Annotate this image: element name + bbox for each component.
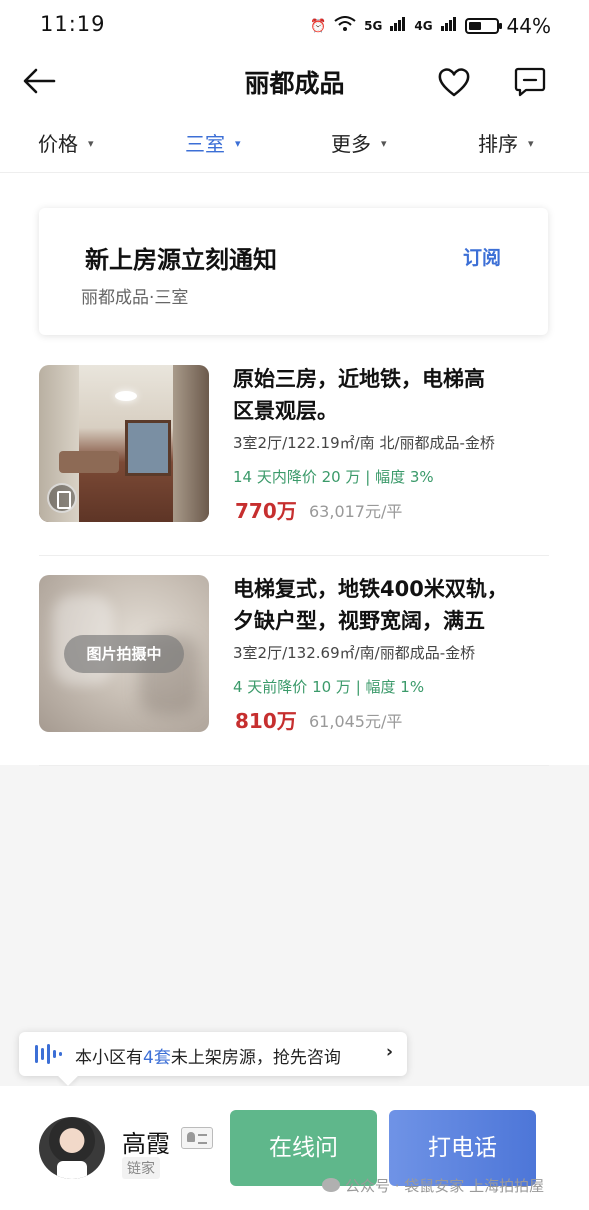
listing-unit-price: 63,017元/平 — [309, 502, 403, 521]
filter-label: 三室 — [185, 132, 225, 156]
wechat-icon — [322, 1178, 340, 1192]
battery-percent: 44% — [506, 14, 551, 38]
signal-icon — [390, 17, 406, 35]
chevron-down-icon: ▾ — [235, 137, 241, 150]
notify-subtitle: 丽都成品·三室 — [81, 288, 189, 308]
voice-wave-icon — [35, 1044, 62, 1064]
chevron-down-icon: ▾ — [528, 137, 534, 150]
filter-label: 排序 — [478, 132, 518, 156]
filter-more[interactable]: 更多 ▾ — [331, 128, 387, 157]
listing-price: 810万 — [235, 709, 297, 733]
alarm-icon: ⏰ — [309, 18, 327, 34]
filter-sort[interactable]: 排序 ▾ — [478, 128, 534, 157]
consult-suffix: 未上架房源，抢先咨询 — [170, 1048, 341, 1068]
heart-icon — [438, 68, 470, 97]
listing-photo: 图片拍摄中 — [39, 575, 209, 732]
filter-label: 价格 — [38, 132, 78, 156]
network-label-1: 5G — [364, 19, 383, 33]
listing-title: 电梯复式，地铁400米双轨， 夕缺户型，视野宽阔，满五 — [233, 577, 508, 633]
filter-rooms[interactable]: 三室 ▾ — [185, 128, 241, 157]
listing-item[interactable]: 图片拍摄中 电梯复式，地铁400米双轨， 夕缺户型，视野宽阔，满五 3室2厅/1… — [39, 575, 549, 766]
agent-company: 链家 — [122, 1157, 160, 1179]
chevron-right-icon: › — [385, 1042, 393, 1062]
filter-bar: 价格 ▾ 三室 ▾ 更多 ▾ 排序 ▾ — [0, 110, 589, 173]
filter-label: 更多 — [331, 132, 371, 156]
battery-icon — [464, 18, 502, 34]
price-drop-tag: 4 天前降价 10 万 | 幅度 1% — [233, 678, 425, 696]
consult-text: 本小区有4套未上架房源，抢先咨询 — [75, 1043, 341, 1068]
message-icon — [514, 67, 546, 97]
vr-tour-icon — [47, 483, 77, 513]
agent-name: 高霞 — [122, 1130, 170, 1158]
status-bar: 11:19 ⏰ 5G 4G 44% — [0, 0, 589, 52]
listing-meta: 3室2厅/132.69㎡/南/丽都成品-金桥 — [233, 644, 476, 662]
filter-price[interactable]: 价格 ▾ — [38, 128, 94, 157]
unlisted-consult-banner[interactable]: 本小区有4套未上架房源，抢先咨询 › — [19, 1032, 407, 1076]
listing-photo — [39, 365, 209, 522]
consult-prefix: 本小区有 — [75, 1048, 143, 1068]
notify-title: 新上房源立刻通知 — [85, 246, 277, 274]
listing-price: 770万 — [235, 499, 297, 523]
listing-content: 新上房源立刻通知 丽都成品·三室 订阅 原始三房，近地铁，电梯高 区景观层。 3… — [0, 173, 589, 766]
watermark: 公众号 · 袋鼠安家 上海拍拍屋 — [322, 1175, 544, 1196]
listing-title: 原始三房，近地铁，电梯高 区景观层。 — [233, 367, 485, 423]
business-card-icon[interactable] — [181, 1127, 213, 1149]
price-drop-tag: 14 天内降价 20 万 | 幅度 3% — [233, 468, 434, 486]
avatar[interactable] — [39, 1117, 105, 1179]
watermark-text: 公众号 · 袋鼠安家 上海拍拍屋 — [345, 1177, 545, 1195]
chevron-down-icon: ▾ — [88, 137, 94, 150]
signal-icon — [440, 17, 457, 35]
photo-pending-badge: 图片拍摄中 — [64, 635, 184, 673]
new-listing-notify-card: 新上房源立刻通知 丽都成品·三室 订阅 — [39, 208, 548, 335]
listing-unit-price: 61,045元/平 — [309, 712, 403, 731]
status-indicators: ⏰ 5G 4G 44% — [310, 14, 551, 38]
listing-item[interactable]: 原始三房，近地铁，电梯高 区景观层。 3室2厅/122.19㎡/南 北/丽都成品… — [39, 365, 549, 556]
message-button[interactable] — [510, 62, 550, 102]
listing-meta: 3室2厅/122.19㎡/南 北/丽都成品-金桥 — [233, 434, 495, 452]
status-time: 11:19 — [40, 12, 106, 36]
chevron-down-icon: ▾ — [381, 137, 387, 150]
subscribe-button[interactable]: 订阅 — [463, 243, 501, 270]
favorite-button[interactable] — [434, 62, 474, 102]
wifi-icon — [334, 16, 356, 36]
nav-header: 丽都成品 — [0, 52, 589, 110]
page-title: 丽都成品 — [244, 69, 345, 98]
network-label-2: 4G — [414, 19, 433, 33]
consult-count: 4套 — [143, 1048, 171, 1068]
